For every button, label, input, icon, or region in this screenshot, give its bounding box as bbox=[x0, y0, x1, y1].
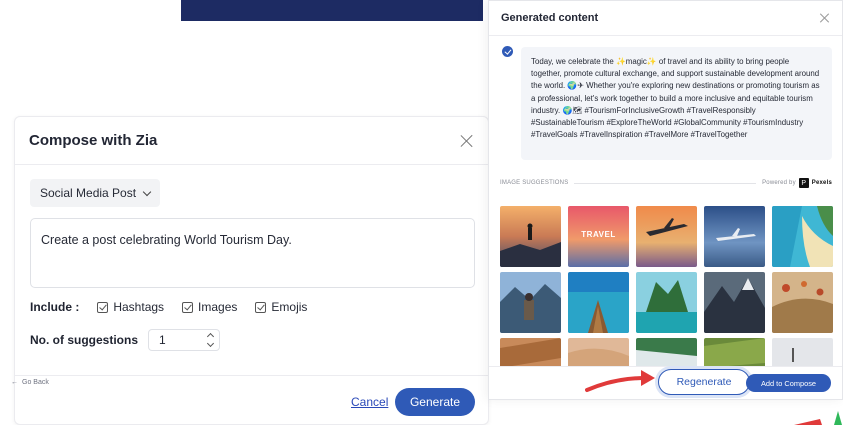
chevron-down-icon bbox=[142, 187, 152, 196]
image-thumbnail[interactable] bbox=[568, 272, 629, 333]
post-type-dropdown[interactable]: Social Media Post bbox=[30, 179, 161, 207]
generated-header: Generated content bbox=[489, 1, 842, 36]
decorative-corner-icon bbox=[794, 411, 842, 425]
globe-map-emoji-icon: 🌍🗺 bbox=[562, 105, 583, 115]
include-label: Include : bbox=[30, 300, 80, 314]
stepper-arrows[interactable] bbox=[206, 332, 215, 348]
images-label: Images bbox=[198, 300, 238, 314]
suggestions-value: 1 bbox=[159, 333, 166, 347]
go-back-button[interactable]: ← Go Back bbox=[11, 379, 49, 386]
compose-header: Compose with Zia bbox=[15, 117, 488, 165]
checkbox-checked-icon bbox=[255, 301, 267, 313]
cancel-button[interactable]: Cancel bbox=[351, 395, 388, 409]
globe-plane-emoji-icon: 🌍✈ bbox=[567, 81, 584, 91]
arrow-left-icon: ← bbox=[11, 379, 18, 386]
background-header-bar bbox=[181, 0, 483, 21]
image-suggestions-grid: TRAVEL bbox=[500, 206, 833, 366]
powered-by-label: Powered by bbox=[762, 180, 796, 186]
post-text-magic: magic bbox=[625, 57, 647, 66]
sparkle-icon: ✨ bbox=[615, 57, 626, 66]
image-thumbnail[interactable] bbox=[772, 338, 833, 366]
suggestions-row: No. of suggestions 1 bbox=[30, 329, 220, 351]
generated-title: Generated content bbox=[501, 12, 599, 24]
regenerate-button[interactable]: Regenerate bbox=[658, 369, 750, 395]
prompt-input[interactable]: Create a post celebrating World Tourism … bbox=[30, 218, 475, 288]
annotation-arrow-icon bbox=[585, 370, 655, 392]
generated-post-text: Today, we celebrate the ✨magic✨ of trave… bbox=[521, 47, 832, 160]
prompt-text: Create a post celebrating World Tourism … bbox=[41, 233, 292, 247]
close-icon[interactable] bbox=[820, 13, 830, 23]
compose-title: Compose with Zia bbox=[29, 132, 158, 149]
sparkle-icon: ✨ bbox=[646, 57, 657, 66]
image-suggestions-label: IMAGE SUGGESTIONS bbox=[500, 180, 569, 186]
image-thumbnail[interactable] bbox=[704, 272, 765, 333]
emojis-checkbox[interactable]: Emojis bbox=[255, 300, 307, 314]
image-thumbnail[interactable] bbox=[772, 206, 833, 267]
add-to-compose-button[interactable]: Add to Compose bbox=[746, 374, 831, 392]
post-text-segment: Today, we celebrate the bbox=[531, 57, 614, 66]
emojis-label: Emojis bbox=[271, 300, 308, 314]
image-thumbnail[interactable]: TRAVEL bbox=[568, 206, 629, 267]
checkbox-checked-icon bbox=[182, 301, 194, 313]
image-suggestions-header: IMAGE SUGGESTIONS Powered by P Pexels bbox=[500, 178, 832, 188]
suggestions-label: No. of suggestions bbox=[30, 333, 138, 347]
compose-dialog: Compose with Zia Social Media Post Creat… bbox=[14, 116, 489, 425]
hashtags-label: Hashtags bbox=[113, 300, 165, 314]
image-thumbnail[interactable] bbox=[500, 206, 561, 267]
image-thumbnail[interactable] bbox=[636, 272, 697, 333]
pexels-brand: Pexels bbox=[811, 180, 832, 186]
image-thumbnail[interactable] bbox=[772, 272, 833, 333]
hashtags-checkbox[interactable]: Hashtags bbox=[97, 300, 164, 314]
go-back-label: Go Back bbox=[22, 379, 49, 386]
images-checkbox[interactable]: Images bbox=[182, 300, 237, 314]
image-thumbnail[interactable] bbox=[500, 272, 561, 333]
generated-content-panel: Generated content Today, we celebrate th… bbox=[488, 0, 843, 400]
include-options: Include : Hashtags Images Emojis bbox=[30, 300, 307, 314]
divider bbox=[574, 182, 757, 184]
close-icon[interactable] bbox=[460, 134, 474, 148]
travel-thumb-label: TRAVEL bbox=[581, 230, 616, 239]
image-thumbnail[interactable] bbox=[704, 338, 765, 366]
image-thumbnail[interactable] bbox=[704, 206, 765, 267]
pexels-logo-icon: P bbox=[798, 178, 809, 188]
suggestions-stepper[interactable]: 1 bbox=[148, 329, 220, 351]
chevron-down-icon[interactable] bbox=[206, 339, 215, 348]
image-thumbnail[interactable] bbox=[500, 338, 561, 366]
generate-button[interactable]: Generate bbox=[395, 388, 475, 416]
image-thumbnail[interactable] bbox=[636, 206, 697, 267]
powered-by-pexels: Powered by P Pexels bbox=[762, 178, 832, 188]
checkbox-checked-icon bbox=[97, 301, 109, 313]
post-type-value: Social Media Post bbox=[40, 186, 137, 200]
selected-check-icon[interactable] bbox=[502, 46, 513, 57]
